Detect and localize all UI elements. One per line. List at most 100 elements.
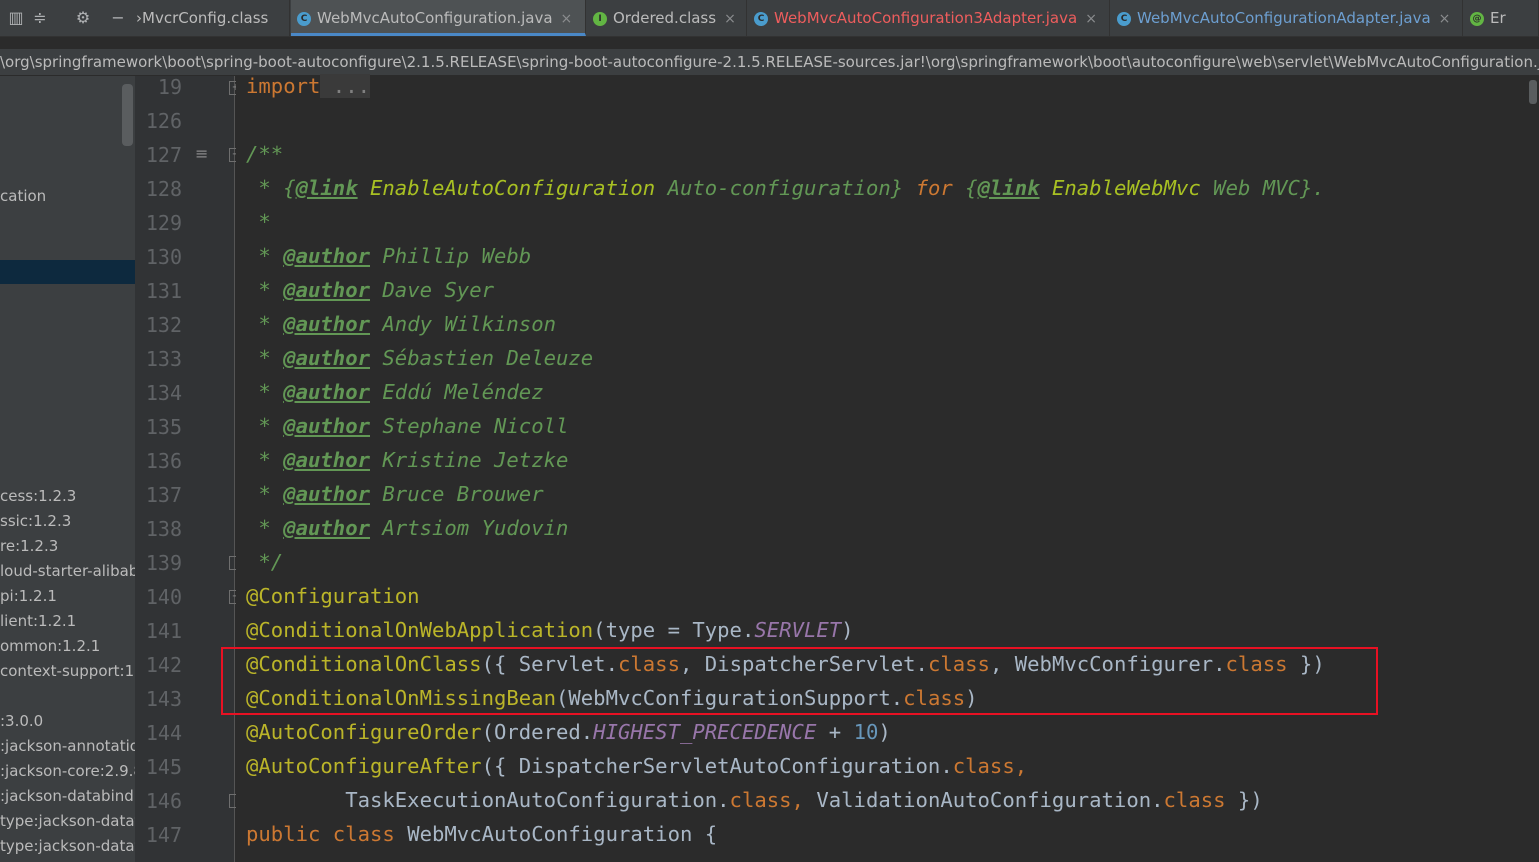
line-number: 134 (145, 381, 182, 405)
sidebar-item[interactable]: pi:1.2.1 (0, 587, 57, 605)
code-line-147: public class WebMvcAutoConfiguration { (246, 822, 717, 846)
interface-icon: I (593, 11, 607, 26)
code-token: @author (283, 244, 370, 268)
collapse-icon[interactable]: ≑ (30, 8, 50, 28)
code-line-19: import ... (246, 74, 371, 98)
line-number: 139 (145, 551, 182, 575)
code-token: { (283, 176, 296, 200)
sidebar-item[interactable]: cation (0, 187, 46, 205)
line-number: 143 (145, 687, 182, 711)
close-icon[interactable]: × (1439, 11, 1451, 27)
close-icon[interactable]: × (1085, 11, 1097, 27)
close-icon[interactable]: × (561, 11, 573, 27)
code-token: ) (841, 618, 854, 642)
code-token: @author (283, 312, 370, 336)
sidebar-item[interactable]: :jackson-databind: (0, 787, 135, 805)
line-number: 19 (157, 75, 182, 99)
code-token: Andy Wilkinson (382, 312, 556, 336)
sidebar-selected-row[interactable] (0, 260, 135, 284)
sidebar-item[interactable]: loud-starter-alibab (0, 562, 135, 580)
tab-label: ›MvcrConfig.class (136, 9, 269, 27)
code-token: * (246, 380, 284, 404)
sidebar-scrollbar[interactable] (122, 84, 133, 146)
code-token: @author (283, 278, 370, 302)
tab-enable[interactable]: @ Er (1464, 0, 1539, 36)
code-token: * (246, 448, 284, 472)
line-number: 136 (145, 449, 182, 473)
code-line-135: * @author Stephane Nicoll (246, 414, 568, 438)
code-line-132: * @author Andy Wilkinson (246, 312, 556, 336)
line-number: 135 (145, 415, 182, 439)
sidebar-item[interactable]: re:1.2.3 (0, 537, 58, 555)
code-line-127: /** (246, 142, 284, 166)
line-number: 128 (145, 177, 182, 201)
code-token: Kristine Jetzke (382, 448, 569, 472)
code-token: class, (729, 788, 804, 812)
highlight-annotation-box (221, 647, 1378, 715)
gear-icon[interactable]: ⚙ (73, 8, 93, 28)
sidebar-item[interactable]: cess:1.2.3 (0, 487, 76, 505)
sidebar-item[interactable]: ssic:1.2.3 (0, 512, 71, 530)
code-token: ValidationAutoConfiguration. (803, 788, 1164, 812)
code-token: Dave Syer (382, 278, 494, 302)
code-token: import (246, 74, 321, 98)
editor-scrollbar-thumb[interactable] (1529, 80, 1537, 104)
sidebar-item[interactable]: :jackson-core:2.9.8 (0, 762, 135, 780)
sidebar-item[interactable]: context-support:1. (0, 662, 135, 680)
sidebar-item[interactable]: :jackson-annotatio (0, 737, 135, 755)
line-number: 127 (145, 143, 182, 167)
tab-label: Er (1490, 9, 1506, 27)
close-icon[interactable]: × (724, 11, 736, 27)
line-number: 142 (145, 653, 182, 677)
code-token: @author (283, 448, 370, 472)
code-token: * (246, 278, 284, 302)
doc-render-icon[interactable]: ≡ (195, 146, 213, 162)
code-token: @AutoConfigureAfter (246, 754, 482, 778)
layout-icon[interactable]: ▥ (6, 8, 26, 28)
tab-webmvcconfig-class[interactable]: ›MvcrConfig.class (130, 0, 290, 36)
project-sidebar: cation cess:1.2.3 ssic:1.2.3 re:1.2.3 lo… (0, 76, 135, 862)
code-token: 10 (853, 720, 879, 744)
editor-scrollbar[interactable] (1527, 76, 1539, 862)
tab-label: WebMvcAutoConfiguration.java (317, 9, 553, 27)
code-token: * (246, 312, 284, 336)
code-token: Bruce Brouwer (382, 482, 544, 506)
tab-ordered-class[interactable]: I Ordered.class × (587, 0, 747, 36)
code-token: Stephane Nicoll (382, 414, 569, 438)
minimize-icon[interactable]: − (108, 8, 128, 28)
code-line-146: TaskExecutionAutoConfiguration.class, Va… (246, 788, 1263, 812)
code-token: EnableAutoConfiguration (357, 176, 656, 200)
code-token: * (246, 482, 284, 506)
sidebar-item[interactable]: ommon:1.2.1 (0, 637, 100, 655)
sidebar-item[interactable]: :3.0.0 (0, 712, 43, 730)
tab-webmvcautoconfiguration3adapter-java[interactable]: C WebMvcAutoConfiguration3Adapter.java × (748, 0, 1110, 36)
code-token: Auto-configuration} (655, 176, 904, 200)
code-token[interactable]: ... (320, 74, 371, 98)
sidebar-item[interactable]: lient:1.2.1 (0, 612, 76, 630)
code-line-133: * @author Sébastien Deleuze (246, 346, 593, 370)
line-number: 146 (145, 789, 182, 813)
code-token: @author (283, 414, 370, 438)
line-number: 140 (145, 585, 182, 609)
code-token: ) (878, 720, 891, 744)
code-line-144: @AutoConfigureOrder(Ordered.HIGHEST_PREC… (246, 720, 891, 744)
tab-webmvcautoconfiguration-java[interactable]: C WebMvcAutoConfiguration.java × (291, 0, 586, 36)
line-number: 138 (145, 517, 182, 541)
line-number: 129 (145, 211, 182, 235)
sidebar-item[interactable]: type:jackson-datat (0, 837, 135, 855)
code-line-134: * @author Eddú Meléndez (246, 380, 543, 404)
code-token: WebMvcAutoConfiguration { (394, 822, 718, 846)
sidebar-item[interactable]: type:jackson-datat (0, 812, 135, 830)
tab-webmvcautoconfigurationadapter-java[interactable]: C WebMvcAutoConfigurationAdapter.java × (1111, 0, 1463, 36)
code-line-128: * {@link EnableAutoConfiguration Auto-co… (246, 176, 1324, 200)
line-number: 126 (145, 109, 182, 133)
code-token: * (246, 516, 284, 540)
code-token: HIGHEST_PRECEDENCE (593, 720, 817, 744)
code-token: @link (295, 176, 358, 200)
